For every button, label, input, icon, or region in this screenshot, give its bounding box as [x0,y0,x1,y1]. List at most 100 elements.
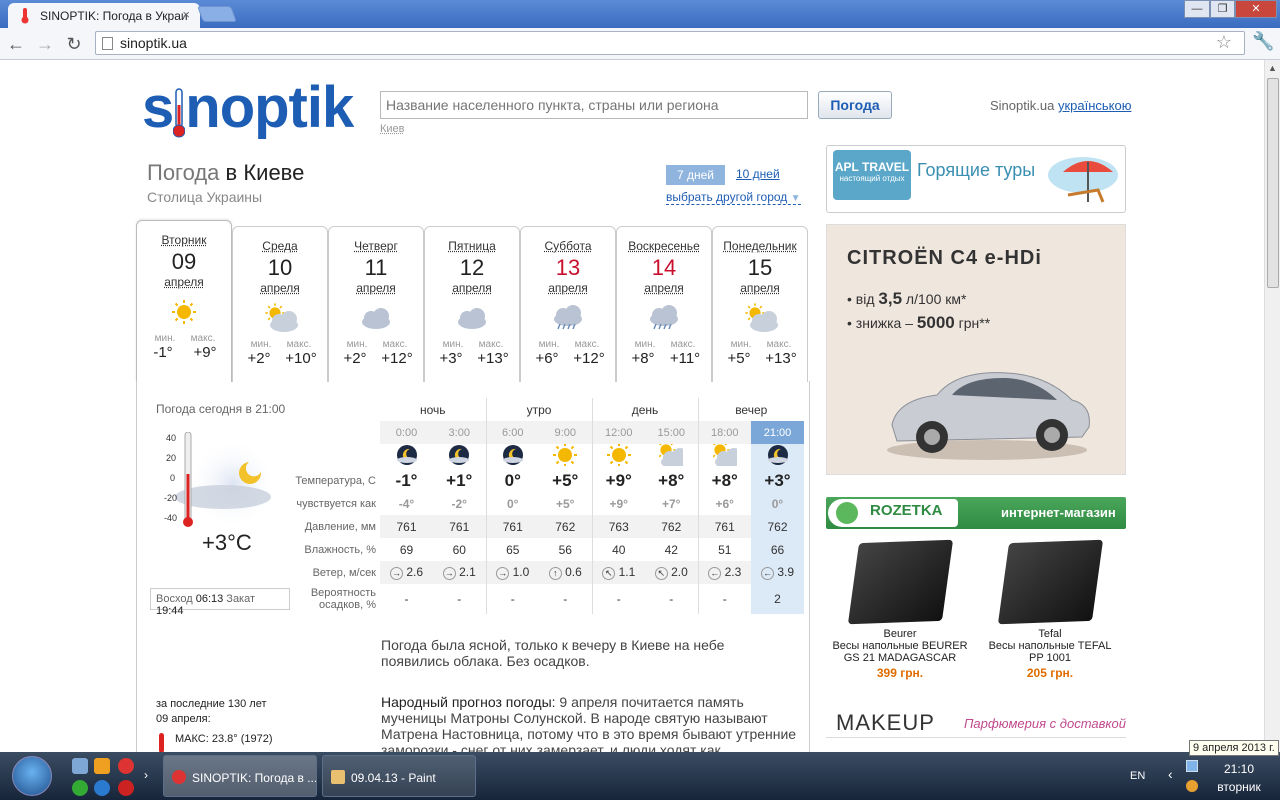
apl-travel-logo: APL TRAVEL настоящий отдых [833,150,911,200]
makeup-banner[interactable]: MAKEUP Парфюмерия с доставкой [826,708,1126,738]
min-max-temps: +3° +13° [425,350,519,367]
beach-umbrella-icon [1048,157,1118,203]
day-name: Вторник [161,233,207,247]
forward-arrow-icon[interactable]: → [33,32,57,56]
day-tab[interactable]: Пятница 12 апреля мин. макс. +3° +13° [424,226,520,382]
tab-7-days[interactable]: 7 дней [666,165,725,185]
rozetka-banner[interactable]: ROZETKA интернет-магазин [826,497,1126,529]
scale-minus20: -20 [164,493,177,503]
value-cell: 66 [751,538,804,561]
sinoptik-logo[interactable]: sinoptik snoptik [142,74,354,141]
folk-title: Народный прогноз погоды: [381,694,556,710]
choose-city-link[interactable]: выбрать другой город ▼ [666,190,801,205]
citroen-banner[interactable]: CITROËN C4 e-HDi • від 3,5 л/100 км* • з… [826,224,1126,475]
wind-cell: ↖ 1.1 [591,561,645,584]
day-name: Пятница [448,239,496,253]
value-cell: 762 [539,515,592,538]
scale-product-image [997,539,1103,625]
max-temp: +12° [573,350,605,367]
search-button[interactable]: Погода [818,91,892,119]
min-max-labels: мин. макс. [137,333,231,344]
bookmark-star-icon[interactable]: ☆ [1216,32,1232,53]
search-input[interactable] [380,91,808,119]
cloud-sun-icon [713,301,807,335]
page-scrollbar[interactable]: ▲ ▼ [1264,60,1280,752]
value-cell: +8° [697,469,751,492]
value-cell: 761 [380,515,433,538]
product-card[interactable]: Beurer Весы напольные BEURER GS 21 MADAG… [830,539,970,680]
close-tab-icon[interactable]: × [182,7,190,22]
logo-thermometer-icon [172,86,186,138]
citroen-l2-pre: • знижка – [847,315,917,331]
maximize-button[interactable]: ❐ [1210,0,1235,18]
max-label: макс. [766,339,792,350]
period-header: ночь [419,402,446,417]
chevron-right-icon[interactable]: › [144,768,148,782]
utorrent-icon[interactable] [72,780,88,796]
day-tab[interactable]: Четверг 11 апреля мин. макс. +2° +12° [328,226,424,382]
hourly-forecast-table: ночь утро день вечер 0:00 3:00 6:00 9:00 12:00 15… [288,398,804,614]
day-month: апреля [164,275,204,289]
product-card[interactable]: Tefal Весы напольные TEFAL PP 1001 205 г… [980,539,1120,680]
sunrise-label: Восход [156,593,193,605]
moon-cloud-icon [485,444,539,469]
minimize-button[interactable]: — [1184,0,1210,18]
desktop-icon[interactable] [72,758,88,774]
address-bar[interactable]: sinoptik.ua ☆ [95,31,1245,55]
day-tab[interactable]: Среда 10 апреля мин. макс. +2° +10° [232,226,328,382]
product-name: Весы напольные TEFAL PP 1001 [988,640,1112,664]
ie-icon[interactable] [94,780,110,796]
min-max-temps: -1° +9° [137,344,231,361]
value-cell: - [404,592,409,606]
hot-tours-banner[interactable]: APL TRAVEL настоящий отдых Горящие туры [826,145,1126,213]
logo-part-rest: noptik [185,75,354,140]
network-icon[interactable] [1186,760,1198,772]
day-tab[interactable]: Воскресенье 14 апреля мин. макс. +8° +11° [616,226,712,382]
scroll-up-icon[interactable]: ▲ [1268,63,1277,73]
value-cell: -4° [398,496,415,511]
min-max-labels: мин. макс. [233,339,327,350]
min-max-labels: мин. макс. [521,339,615,350]
product-price: 399 грн. [876,666,924,680]
value-cell: +8° [658,470,685,490]
taskbar-chrome-window[interactable]: SINOPTIK: Погода в ... [163,755,317,797]
wind-cell: → 1.0 [485,561,539,584]
start-button[interactable] [12,756,52,796]
taskbar-paint-window[interactable]: 09.04.13 - Paint [322,755,476,797]
tab-10-days[interactable]: 10 дней [736,167,780,181]
scroll-thumb[interactable] [1267,78,1279,288]
min-temp: +2° [247,350,271,367]
value-cell: 42 [664,542,678,557]
browser-tab[interactable]: SINOPTIK: Погода в Украи × [8,3,200,28]
tray-expand-icon[interactable]: ‹ [1168,766,1173,782]
system-clock[interactable]: 21:10 вторник [1200,760,1278,796]
media-player-icon[interactable] [94,758,110,774]
weather-description: Погода была ясной, только к вечеру в Кие… [381,637,725,669]
max-label: макс. [286,339,312,350]
scale-20: 20 [166,453,176,463]
value-cell: 40 [591,538,645,561]
min-max-temps: +8° +11° [617,350,711,367]
ukrainian-link[interactable]: українською [1058,98,1132,113]
wind-speed: 3.9 [777,565,795,580]
volume-icon[interactable] [1186,780,1198,792]
apl-logo-sub: настоящий отдых [839,174,905,183]
close-window-button[interactable]: ✕ [1235,0,1277,18]
chrome-icon[interactable] [118,758,134,774]
reload-icon[interactable]: ↻ [62,32,86,56]
day-tab[interactable]: Суббота 13 апреля мин. макс. +6° +12° [520,226,616,382]
current-weather-label: Погода сегодня в 21:00 [156,402,286,416]
sunrise-time: 06:13 [195,593,224,605]
back-arrow-icon[interactable]: ← [4,32,28,56]
search-hint-link[interactable]: Киев [380,123,405,135]
value-cell: 51 [697,538,751,561]
day-tab[interactable]: Понедельник 15 апреля мин. макс. +5° +13° [712,226,808,382]
language-indicator[interactable]: EN [1130,770,1145,782]
wrench-menu-icon[interactable]: 🔧 [1252,31,1274,52]
clock-time: 21:10 [1223,762,1255,776]
new-tab-button[interactable] [197,6,237,22]
wind-direction-icon: ↖ [654,566,668,580]
day-tab[interactable]: Вторник 09 апреля мин. макс. -1° +9° [136,220,232,382]
wind-direction-icon: → [496,566,510,580]
opera-icon[interactable] [118,780,134,796]
